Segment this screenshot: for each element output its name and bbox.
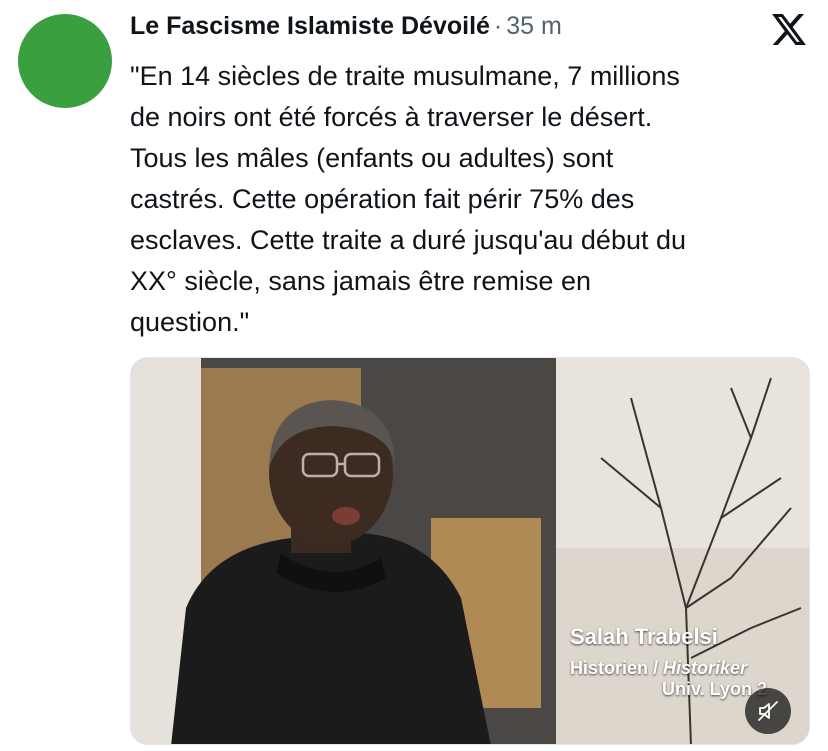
caption-role-italic: Historiker <box>662 658 747 678</box>
speaker-muted-icon <box>758 701 778 721</box>
caption-role-text: Historien / <box>569 658 663 678</box>
tweet-text-line: XX° siècle, sans jamais être remise en <box>130 266 591 296</box>
video-player[interactable]: Salah Trabelsi Historien / Historiker Un… <box>130 357 810 745</box>
tweet-text: "En 14 siècles de traite musulmane, 7 mi… <box>130 56 810 343</box>
tweet-text-line: castrés. Cette opération fait périr 75% … <box>130 184 635 214</box>
caption-name: Salah Trabelsi <box>569 624 718 649</box>
tweet-text-line: esclaves. Cette traite a duré jusqu'au d… <box>130 225 687 255</box>
mute-button[interactable] <box>745 688 791 734</box>
tweet-text-line: question." <box>130 307 250 337</box>
author-display-name[interactable]: Le Fascisme Islamiste Dévoilé <box>130 12 490 41</box>
tweet-header: Le Fascisme Islamiste Dévoilé · 35 m <box>130 12 562 48</box>
tweet-timestamp[interactable]: 35 m <box>506 12 562 41</box>
x-logo-icon[interactable] <box>772 14 806 45</box>
video-caption: Salah Trabelsi Historien / Historiker Un… <box>569 624 767 700</box>
header-separator: · <box>493 12 503 40</box>
tweet-text-line: "En 14 siècles de traite musulmane, 7 mi… <box>130 61 680 91</box>
caption-univ: Univ. Lyon 2 <box>661 679 767 699</box>
tweet-text-line: de noirs ont été forcés à traverser le d… <box>130 102 653 132</box>
avatar[interactable] <box>18 14 112 108</box>
tweet-text-line: Tous les mâles (enfants ou adultes) sont <box>130 143 614 173</box>
caption-role: Historien / Historiker <box>570 658 747 679</box>
